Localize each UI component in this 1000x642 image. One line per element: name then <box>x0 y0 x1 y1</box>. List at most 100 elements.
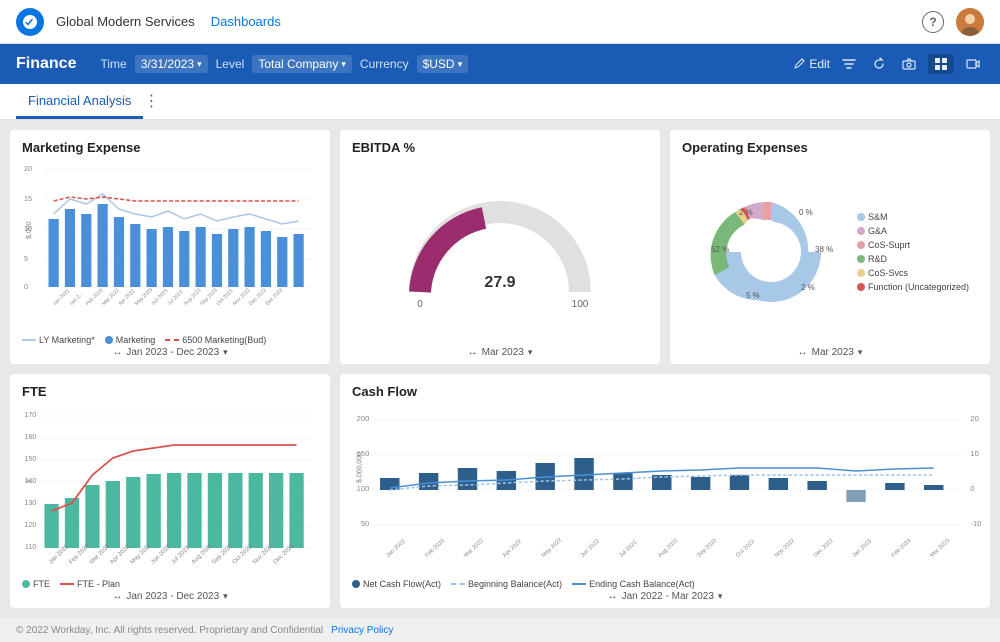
svg-text:27.9: 27.9 <box>484 274 515 291</box>
svg-text:Jul 2023: Jul 2023 <box>167 289 185 307</box>
ebitda-gauge: 27.9 0 100 <box>400 192 600 312</box>
svg-text:Apr 2022: Apr 2022 <box>502 539 523 559</box>
marketing-expense-chart: 20 15 10 5 0 $,000 <box>22 159 318 332</box>
operating-expenses-legend: S&M G&A CoS-Suprt R&D CoS-Svcs <box>857 212 969 292</box>
svg-text:Dec 2023: Dec 2023 <box>265 287 285 306</box>
legend-cos-suprt-icon <box>857 241 865 249</box>
svg-text:-10: -10 <box>970 519 981 528</box>
time-chevron-icon: ▾ <box>197 59 202 70</box>
svg-text:Oct 2022: Oct 2022 <box>735 539 756 559</box>
svg-text:150: 150 <box>357 449 370 458</box>
filter-icon <box>842 57 856 71</box>
video-button[interactable] <box>962 55 984 73</box>
svg-text:15: 15 <box>24 196 32 203</box>
copyright-text: © 2022 Workday, Inc. All rights reserved… <box>16 625 323 636</box>
svg-text:110: 110 <box>25 544 36 551</box>
currency-filter[interactable]: $USD ▾ <box>417 55 469 73</box>
cashflow-legend: Net Cash Flow(Act) Beginning Balance(Act… <box>352 579 978 589</box>
svg-text:Jan 2...: Jan 2... <box>69 291 85 307</box>
top-navigation: Global Modern Services Dashboards ? <box>0 0 1000 44</box>
legend-budget-icon <box>165 339 179 341</box>
fte-arrow-icon: ↔ <box>112 591 122 602</box>
legend-net-cashflow: Net Cash Flow(Act) <box>352 579 441 589</box>
opex-chevron-icon: ▾ <box>858 347 863 358</box>
refresh-button[interactable] <box>868 55 890 73</box>
svg-text:Mar 2022: Mar 2022 <box>463 538 485 559</box>
cashflow-date-range[interactable]: ↔ Jan 2022 - Mar 2023 ▾ <box>352 591 978 602</box>
finance-toolbar: Finance Time 3/31/2023 ▾ Level Total Com… <box>0 44 1000 84</box>
tab-financial-analysis[interactable]: Financial Analysis <box>16 93 143 119</box>
svg-text:2 %: 2 % <box>801 283 815 292</box>
svg-text:10: 10 <box>970 449 978 458</box>
legend-func-icon <box>857 283 865 291</box>
legend-cos-suprt: CoS-Suprt <box>857 240 969 250</box>
marketing-date-range[interactable]: ↔ Jan 2023 - Dec 2023 ▾ <box>22 347 318 358</box>
legend-cos-svcs-icon <box>857 269 865 277</box>
svg-text:5 %: 5 % <box>746 291 760 300</box>
svg-text:100: 100 <box>572 299 589 310</box>
dashboards-link[interactable]: Dashboards <box>211 14 281 29</box>
filter-button[interactable] <box>838 55 860 73</box>
refresh-icon <box>872 57 886 71</box>
camera-button[interactable] <box>898 55 920 73</box>
svg-text:May 2022: May 2022 <box>541 538 564 559</box>
svg-text:Oct 2023: Oct 2023 <box>216 288 235 307</box>
svg-text:150: 150 <box>24 456 36 463</box>
legend-sm-icon <box>857 213 865 221</box>
legend-sm: S&M <box>857 212 969 222</box>
opex-arrow-icon: ↔ <box>798 347 808 358</box>
svg-text:20: 20 <box>24 166 32 173</box>
operating-expenses-date[interactable]: ↔ Mar 2023 ▾ <box>682 347 978 358</box>
marketing-expense-card: Marketing Expense 20 15 10 5 0 $,000 <box>10 130 330 364</box>
privacy-policy-link[interactable]: Privacy Policy <box>331 625 393 636</box>
svg-text:Jun 2022: Jun 2022 <box>580 539 602 559</box>
fte-date-range[interactable]: ↔ Jan 2023 - Dec 2023 ▾ <box>22 591 318 602</box>
svg-text:Jan 2023: Jan 2023 <box>852 539 874 559</box>
currency-label: Currency <box>360 57 409 71</box>
grid-icon <box>934 57 948 71</box>
time-label: Time <box>100 57 126 71</box>
svg-text:120: 120 <box>24 522 36 529</box>
operating-expenses-donut: 0 % 38 % 2 % 5 % 52 % 2 % <box>691 180 851 325</box>
help-icon[interactable]: ? <box>922 11 944 33</box>
svg-text:100: 100 <box>357 484 370 493</box>
ebitda-title: EBITDA % <box>352 140 648 155</box>
level-filter[interactable]: Total Company ▾ <box>252 55 352 73</box>
svg-text:200: 200 <box>357 414 370 423</box>
camera-icon <box>902 57 916 71</box>
legend-marketing: Marketing <box>105 335 156 345</box>
svg-text:160: 160 <box>24 434 36 441</box>
workday-logo[interactable] <box>16 8 44 36</box>
svg-text:Nov 2022: Nov 2022 <box>774 538 796 559</box>
grid-view-button[interactable] <box>928 54 954 74</box>
legend-ga-icon <box>857 227 865 235</box>
dashboard-grid: Marketing Expense 20 15 10 5 0 $,000 <box>0 120 1000 618</box>
svg-text:Feb 2023: Feb 2023 <box>890 538 912 559</box>
finance-title: Finance <box>16 55 76 73</box>
svg-text:Sep 2022: Sep 2022 <box>696 538 718 559</box>
ebitda-card: EBITDA % 27.9 0 100 ↔ Mar 2023 ▾ <box>340 130 660 364</box>
ebitda-arrow-icon: ↔ <box>468 347 478 358</box>
user-avatar[interactable] <box>956 8 984 36</box>
operating-expenses-content: 0 % 38 % 2 % 5 % 52 % 2 % S&M G&A <box>682 159 978 345</box>
ebitda-chevron-icon: ▾ <box>528 347 533 358</box>
legend-beginning-balance: Beginning Balance(Act) <box>451 579 562 589</box>
currency-chevron-icon: ▾ <box>458 59 463 70</box>
legend-fte: FTE <box>22 579 50 589</box>
time-filter[interactable]: 3/31/2023 ▾ <box>135 55 208 73</box>
tab-more-options[interactable]: ⋮ <box>143 91 159 119</box>
edit-button[interactable]: Edit <box>793 57 830 71</box>
tab-bar: Financial Analysis ⋮ <box>0 84 1000 120</box>
legend-net-cashflow-icon <box>352 580 360 588</box>
legend-beginning-balance-icon <box>451 583 465 585</box>
legend-marketing-icon <box>105 336 113 344</box>
svg-text:5: 5 <box>24 256 28 263</box>
svg-text:Jan 2022: Jan 2022 <box>385 539 407 559</box>
legend-marketing-bud: 6500 Marketing(Bud) <box>165 335 266 345</box>
legend-fte-icon <box>22 580 30 588</box>
video-icon <box>966 57 980 71</box>
ebitda-date[interactable]: ↔ Mar 2023 ▾ <box>352 347 648 358</box>
fte-chart: # 170 160 150 140 130 120 110 <box>22 403 318 576</box>
fte-title: FTE <box>22 384 318 399</box>
nav-right: ? <box>922 8 984 36</box>
